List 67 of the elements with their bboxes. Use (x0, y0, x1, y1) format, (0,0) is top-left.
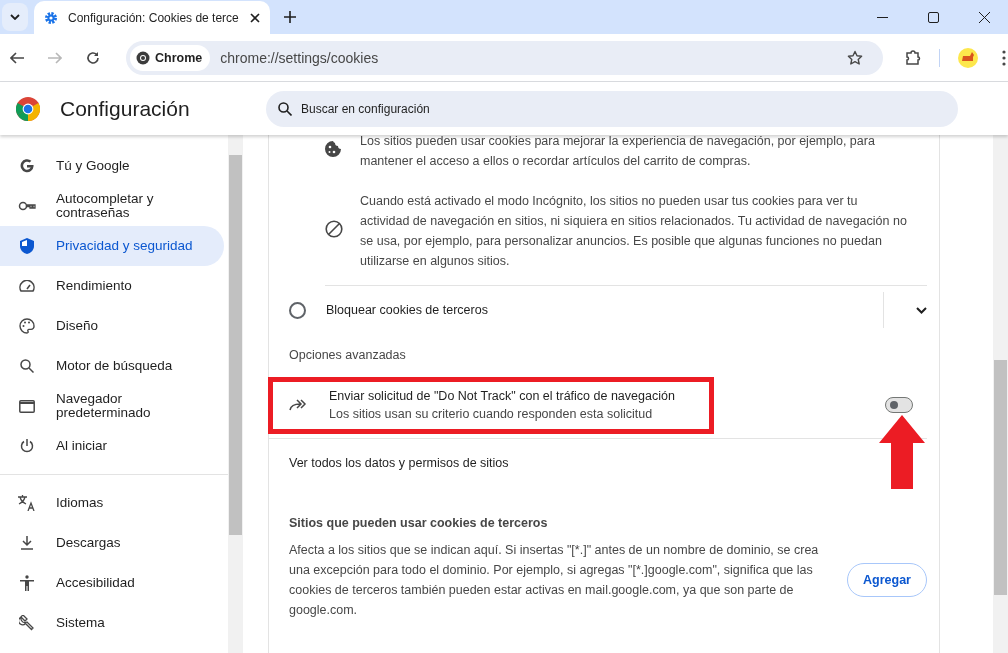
radio-button[interactable] (289, 301, 306, 319)
chevron-down-icon[interactable] (916, 306, 927, 314)
scrollbar[interactable] (228, 135, 243, 653)
back-arrow-icon[interactable] (10, 51, 24, 64)
chrome-logo-icon (136, 50, 150, 65)
sidebar-item[interactable]: Tú y Google (0, 146, 224, 186)
section-heading: Opciones avanzadas (288, 347, 407, 364)
sidebar-item[interactable]: Privacidad y seguridad (0, 226, 224, 266)
block-icon (325, 220, 343, 238)
close-window-icon[interactable] (979, 11, 990, 23)
google-g-icon (19, 158, 35, 174)
speedometer-icon (19, 280, 35, 292)
sidebar-item[interactable]: Sistema (0, 603, 224, 643)
double-arrow-icon (289, 399, 307, 411)
page-title: Configuración (60, 96, 191, 121)
accessibility-person-icon (20, 575, 34, 591)
sidebar-item[interactable]: Diseño (0, 306, 224, 346)
setting-description: Los sitios usan su criterio cuando responden esta solicitud (329, 407, 654, 421)
description-text: Los sitios pueden usar cookies para mejorar la experiencia de navegación, por ejemplo, para mantener el acceso a ellos o recordar artículos del carrito de compras. (360, 135, 876, 170)
gear-icon (44, 11, 58, 25)
sidebar-item[interactable]: Idiomas (0, 483, 224, 523)
menu-icon[interactable] (1002, 49, 1006, 66)
sidebar-item[interactable]: Descargas (0, 523, 224, 563)
sidebar-item[interactable]: Motor de búsqueda (0, 346, 224, 386)
sidebar-item[interactable]: Al iniciar (0, 426, 224, 466)
sidebar-item[interactable]: Autocompletar y contraseñas (0, 186, 224, 226)
translate-icon (18, 495, 36, 511)
toggle-switch[interactable] (885, 397, 913, 413)
sidebar-item[interactable]: Navegador predeterminado (0, 386, 224, 426)
browser-tab[interactable]: Configuración: Cookies de terce (34, 1, 270, 35)
palette-icon (19, 318, 35, 334)
search-icon (278, 101, 292, 116)
sidebar-item[interactable]: Rendimiento (0, 266, 224, 306)
tab-title: Configuración: Cookies de terce (68, 11, 240, 25)
search-icon (20, 359, 34, 373)
close-icon[interactable] (250, 13, 260, 23)
link-row[interactable]: Ver todos los datos y permisos de sitios (269, 439, 927, 487)
chip-label: Chrome (155, 50, 203, 65)
add-button[interactable]: Agregar (847, 563, 927, 597)
description-text: Cuando está activado el modo Incógnito, los sitios no pueden usar tus cookies para ver tu actividad de navegación en sitios, ni siquiera en sitios relacionados. Tu actividad de navegación no se usa, por ejemplo, para personalizar anuncios. Es posible que algunas funciones no puedan utilizarse en algunos sitios. (360, 193, 908, 270)
url-text: chrome://settings/cookies (220, 49, 379, 66)
chrome-logo-icon (16, 96, 40, 121)
download-icon (20, 536, 34, 550)
browser-window-icon (19, 399, 35, 413)
search-input[interactable]: Buscar en configuración (299, 100, 958, 117)
maximize-icon[interactable] (928, 11, 939, 23)
chevron-down-icon (10, 14, 20, 20)
shield-icon (20, 238, 34, 254)
site-chip[interactable]: Chrome (130, 44, 211, 71)
puzzle-piece-icon[interactable] (905, 49, 921, 66)
section-heading: Sitios que pueden usar cookies de terceros (289, 516, 549, 530)
radio-label: Bloquear cookies de terceros (326, 303, 489, 317)
profile-avatar-icon[interactable] (958, 47, 978, 68)
power-icon (20, 438, 34, 454)
address-bar[interactable]: Chrome chrome://settings/cookies (126, 40, 883, 75)
reload-icon[interactable] (86, 50, 100, 65)
sidebar-item[interactable]: Accesibilidad (0, 563, 224, 603)
setting-title: Enviar solicitud de "Do Not Track" con el tráfico de navegación (329, 389, 675, 403)
description-text: Afecta a los sitios que se indican aquí. Si insertas "[*.]" antes de un nombre de dominio, se crea una excepción para todo el dominio. Por ejemplo, si agregas "[*.]google.com", significa que las cookies de terceros también pueden estar activas en mail.google.com, ya que son parte de google.com. (289, 542, 820, 619)
scrollbar[interactable] (993, 135, 1008, 653)
wrench-icon (19, 615, 35, 631)
tab-search-button[interactable] (2, 3, 28, 31)
key-icon (18, 201, 36, 211)
cookie-icon (325, 141, 341, 157)
search-field[interactable]: Buscar en configuración (266, 90, 958, 127)
new-tab-icon[interactable] (284, 11, 296, 23)
star-icon[interactable] (847, 49, 863, 66)
